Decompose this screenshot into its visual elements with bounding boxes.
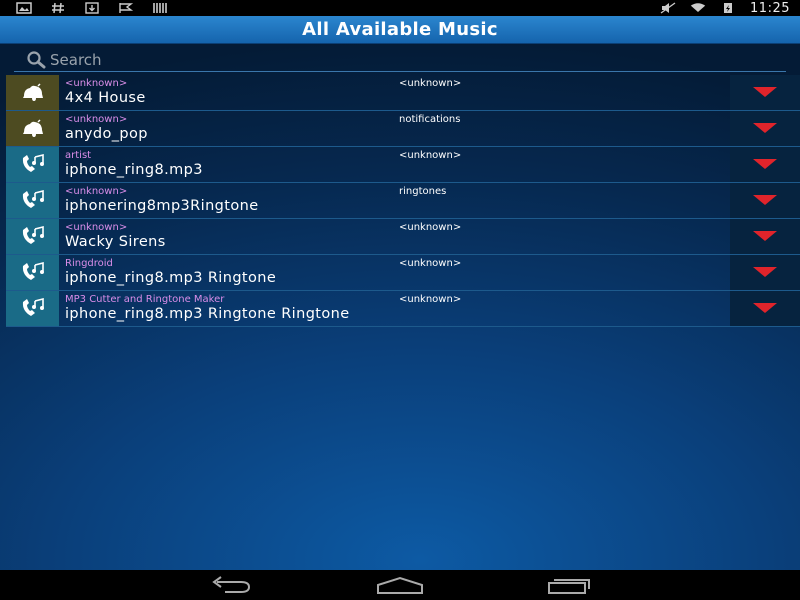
- item-menu-button[interactable]: [730, 219, 800, 254]
- dropdown-arrow-icon: [752, 299, 778, 318]
- ringtone-icon: [6, 255, 59, 290]
- list-item[interactable]: <unknown> ringtones iphonering8mp3Ringtone: [6, 183, 800, 219]
- list-item[interactable]: MP3 Cutter and Ringtone Maker <unknown> ip…: [6, 291, 800, 327]
- dropdown-arrow-icon: [752, 191, 778, 210]
- home-icon: [377, 576, 423, 594]
- artist-label: <unknown>: [65, 222, 128, 233]
- ringtone-icon: [6, 219, 59, 254]
- dropdown-arrow-icon: [752, 119, 778, 138]
- status-left-icons: [0, 2, 168, 14]
- title-bar: All Available Music: [0, 16, 800, 44]
- back-button[interactable]: [145, 570, 315, 600]
- list-item-body: MP3 Cutter and Ringtone Maker <unknown> ip…: [59, 291, 730, 326]
- flag-icon: [118, 2, 134, 14]
- status-bar: 11:25: [0, 0, 800, 16]
- list-item[interactable]: <unknown> <unknown> Wacky Sirens: [6, 219, 800, 255]
- list-item-body: <unknown> ringtones iphonering8mp3Ringtone: [59, 183, 730, 218]
- recent-apps-button[interactable]: [485, 570, 655, 600]
- album-label: <unknown>: [399, 294, 462, 305]
- dropdown-arrow-icon: [752, 83, 778, 102]
- artist-label: Ringdroid: [65, 258, 113, 269]
- music-list: <unknown> <unknown> 4x4 House <unknown> noti…: [6, 75, 800, 327]
- recent-apps-icon: [548, 579, 590, 594]
- artist-label: <unknown>: [65, 78, 128, 89]
- photo-icon: [16, 2, 32, 14]
- page-title: All Available Music: [302, 19, 498, 40]
- list-item[interactable]: <unknown> <unknown> 4x4 House: [6, 75, 800, 111]
- notification-icon: [6, 75, 59, 110]
- artist-label: MP3 Cutter and Ringtone Maker: [65, 294, 225, 305]
- search-bar: [14, 48, 786, 72]
- dropdown-arrow-icon: [752, 227, 778, 246]
- search-input[interactable]: [50, 50, 750, 69]
- hash-icon: [50, 2, 66, 14]
- home-button[interactable]: [315, 570, 485, 600]
- dropdown-arrow-icon: [752, 263, 778, 282]
- list-item[interactable]: <unknown> notifications anydo_pop: [6, 111, 800, 147]
- artist-label: <unknown>: [65, 114, 128, 125]
- item-menu-button[interactable]: [730, 183, 800, 218]
- album-label: notifications: [399, 114, 461, 125]
- download-icon: [84, 2, 100, 14]
- ringtone-icon: [6, 183, 59, 218]
- song-title: anydo_pop: [65, 126, 148, 142]
- album-label: ringtones: [399, 186, 447, 197]
- artist-label: artist: [65, 150, 92, 161]
- wifi-icon: [690, 2, 706, 14]
- barcode-icon: [152, 2, 168, 14]
- ringtone-icon: [6, 147, 59, 182]
- album-label: <unknown>: [399, 258, 462, 269]
- search-icon: [26, 50, 48, 70]
- song-title: iphonering8mp3Ringtone: [65, 198, 259, 214]
- album-label: <unknown>: [399, 222, 462, 233]
- song-title: Wacky Sirens: [65, 234, 166, 250]
- item-menu-button[interactable]: [730, 147, 800, 182]
- song-title: iphone_ring8.mp3 Ringtone: [65, 270, 277, 286]
- song-title: iphone_ring8.mp3 Ringtone Ringtone: [65, 306, 350, 322]
- album-label: <unknown>: [399, 78, 462, 89]
- ringtone-icon: [6, 291, 59, 326]
- list-item-body: <unknown> <unknown> 4x4 House: [59, 75, 730, 110]
- song-title: iphone_ring8.mp3: [65, 162, 203, 178]
- notification-icon: [6, 111, 59, 146]
- battery-icon: [720, 2, 736, 14]
- list-item-body: Ringdroid <unknown> iphone_ring8.mp3 Ringt…: [59, 255, 730, 290]
- list-item[interactable]: Ringdroid <unknown> iphone_ring8.mp3 Ringt…: [6, 255, 800, 291]
- navigation-bar: [0, 570, 800, 600]
- item-menu-button[interactable]: [730, 75, 800, 110]
- item-menu-button[interactable]: [730, 255, 800, 290]
- artist-label: <unknown>: [65, 186, 128, 197]
- list-item-body: <unknown> <unknown> Wacky Sirens: [59, 219, 730, 254]
- list-item-body: artist <unknown> iphone_ring8.mp3: [59, 147, 730, 182]
- mute-icon: [660, 2, 676, 14]
- album-label: <unknown>: [399, 150, 462, 161]
- dropdown-arrow-icon: [752, 155, 778, 174]
- item-menu-button[interactable]: [730, 291, 800, 326]
- status-right-icons: 11:25: [660, 1, 800, 16]
- song-title: 4x4 House: [65, 90, 146, 106]
- list-item-body: <unknown> notifications anydo_pop: [59, 111, 730, 146]
- status-time: 11:25: [750, 0, 790, 16]
- back-icon: [212, 576, 251, 593]
- list-item[interactable]: artist <unknown> iphone_ring8.mp3: [6, 147, 800, 183]
- item-menu-button[interactable]: [730, 111, 800, 146]
